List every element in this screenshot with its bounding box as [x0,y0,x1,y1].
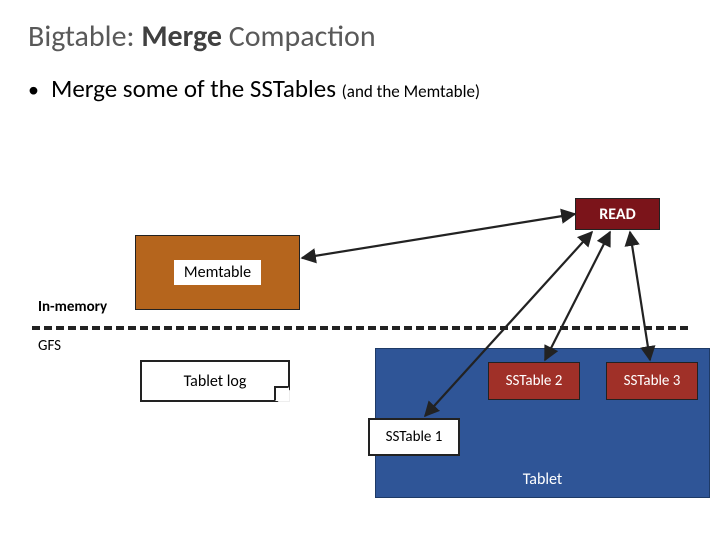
arrows-svg [0,0,720,540]
arrow-read-sst3 [630,232,650,360]
arrow-read-memtable [302,214,575,258]
arrow-read-sst1 [425,232,592,416]
arrow-read-sst2 [545,232,610,360]
slide: Bigtable: Merge Compaction • Merge some … [0,0,720,540]
